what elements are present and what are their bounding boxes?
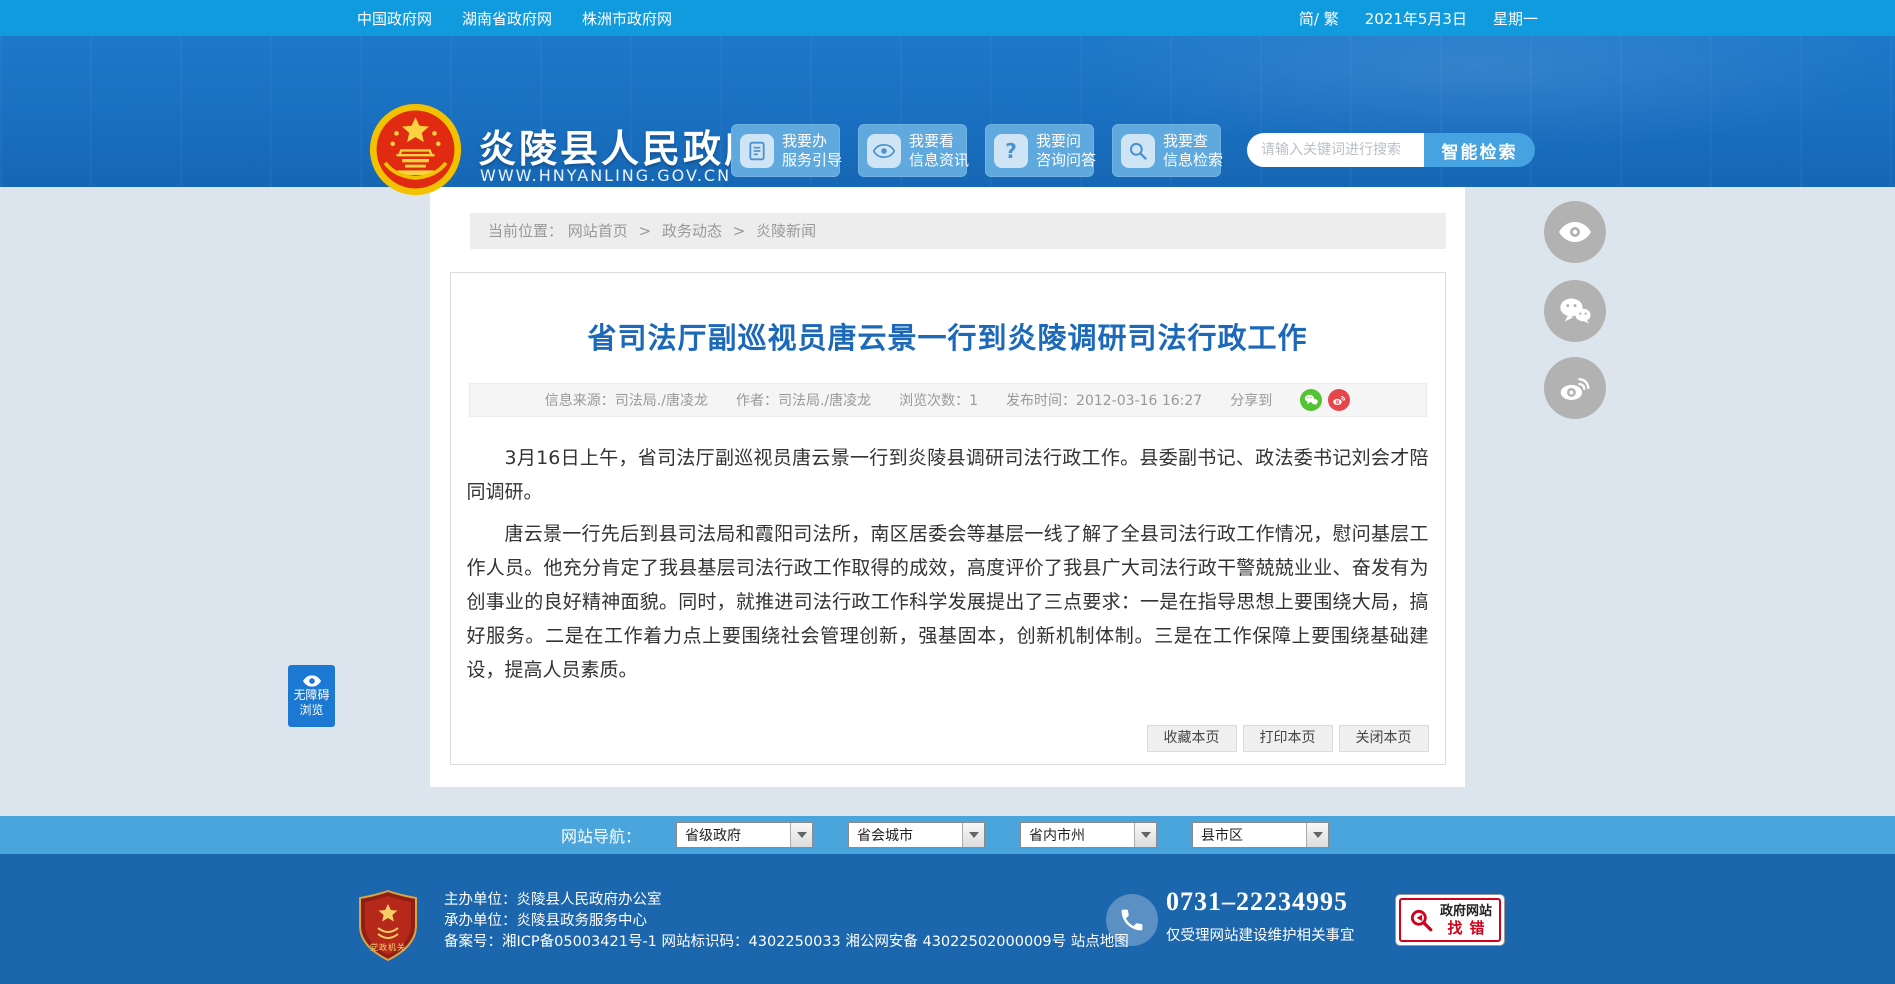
smart-search-button[interactable]: 智能检索: [1424, 133, 1535, 167]
site-url: WWW.HNYANLING.GOV.CN: [480, 166, 732, 185]
article-body: 3月16日上午，省司法厅副巡视员唐云景一行到炎陵县调研司法行政工作。县委副书记、…: [451, 417, 1445, 687]
article-paragraph: 3月16日上午，省司法厅副巡视员唐云景一行到炎陵县调研司法行政工作。县委副书记、…: [466, 447, 1429, 503]
site-title: 炎陵县人民政府: [478, 127, 766, 171]
site-footer: 党政机关 主办单位：炎陵县人民政府办公室 承办单位：炎陵县政务服务中心 备案号：…: [0, 854, 1895, 984]
search-input[interactable]: [1247, 133, 1424, 167]
current-date: 2021年5月3日: [1364, 9, 1467, 28]
eye-icon: [302, 675, 321, 687]
breadcrumb-section[interactable]: 政务动态: [662, 222, 722, 240]
article-title: 省司法厅副巡视员唐云景一行到炎陵调研司法行政工作: [587, 321, 1308, 355]
wechat-icon: [1560, 298, 1591, 324]
meta-author: 作者：司法局./唐凌龙: [735, 393, 872, 409]
chevron-down-icon: [962, 823, 985, 847]
current-weekday: 星期一: [1492, 9, 1538, 28]
breadcrumb-home[interactable]: 网站首页: [568, 222, 628, 240]
chevron-down-icon: [1306, 823, 1329, 847]
accessibility-label-line2: 浏览: [299, 703, 324, 717]
footer-phone-number: 0731–22234995: [1166, 887, 1348, 916]
meta-source: 信息来源：司法局./唐凌龙: [544, 393, 708, 409]
meta-views: 浏览次数：1: [899, 393, 979, 409]
share-label: 分享到: [1230, 393, 1273, 409]
favorite-page-button[interactable]: 收藏本页: [1146, 725, 1237, 752]
breadcrumb-current[interactable]: 炎陵新闻: [756, 222, 816, 240]
lang-toggle[interactable]: 简/ 繁: [1299, 8, 1339, 29]
weibo-share-icon[interactable]: [1328, 389, 1351, 411]
magnifier-icon: [1410, 909, 1433, 932]
site-nav-label: 网站导航：: [561, 827, 642, 846]
error-badge-line2: 找错: [1447, 919, 1492, 937]
guide-doc-icon: [740, 133, 774, 168]
eye-icon: [867, 133, 901, 168]
national-emblem-logo: [369, 103, 462, 196]
quick-button-label: 我要问 咨询问答: [1036, 131, 1097, 169]
breadcrumb-separator: >: [732, 222, 746, 240]
site-search: 智能检索: [1247, 133, 1535, 167]
quick-button-label: 我要看 信息资讯: [909, 131, 970, 169]
government-article-page: { "topbar": { "links": ["中国政府网", "湖南省政府网…: [0, 0, 1895, 984]
quick-button-apply[interactable]: 我要办 服务引导: [731, 124, 843, 177]
breadcrumb-label: 当前位置：: [488, 222, 564, 240]
footer-icp-line[interactable]: 备案号：湘ICP备05003421号-1 网站标识码：4302250033 湘公…: [444, 932, 1129, 953]
accessibility-browse-button[interactable]: 无障碍 浏览: [288, 665, 335, 727]
quick-button-ask[interactable]: ? 我要问 咨询问答: [985, 124, 1097, 177]
article-container: 省司法厅副巡视员唐云景一行到炎陵调研司法行政工作 信息来源：司法局./唐凌龙 作…: [449, 272, 1446, 765]
link-zhuzhou-gov[interactable]: 株洲市政府网: [582, 8, 672, 29]
chevron-down-icon: [790, 823, 813, 847]
nav-select-county-districts[interactable]: 县市区: [1192, 822, 1330, 848]
footer-info: 主办单位：炎陵县人民政府办公室 承办单位：炎陵县政务服务中心 备案号：湘ICP备…: [444, 890, 1129, 953]
meta-publish-time: 发布时间：2012-03-16 16:27: [1006, 393, 1203, 409]
error-badge-line1: 政府网站: [1439, 904, 1492, 919]
quick-service-buttons: 我要办 服务引导 我要看 信息资讯 ? 我要问 咨询问答 我要查 信息检索: [731, 124, 1224, 177]
article-actions: 收藏本页 打印本页 关闭本页: [1146, 725, 1429, 752]
nav-select-provincial-gov[interactable]: 省级政府: [676, 822, 814, 848]
topbar-right: 简/ 繁 2021年5月3日 星期一: [1299, 8, 1538, 29]
side-weibo-button[interactable]: [1544, 357, 1606, 419]
weibo-icon: [1560, 377, 1590, 400]
link-hunan-gov[interactable]: 湖南省政府网: [462, 8, 552, 29]
side-eye-button[interactable]: [1544, 201, 1606, 263]
quick-button-label: 我要办 服务引导: [782, 131, 843, 169]
magnifier-icon: [1121, 133, 1155, 168]
nav-select-value: 省会城市: [857, 828, 914, 844]
wechat-share-icon[interactable]: [1300, 389, 1323, 411]
chevron-down-icon: [1134, 823, 1157, 847]
gov-site-error-report-badge[interactable]: 政府网站 找错: [1395, 894, 1505, 946]
footer-organizer-line: 承办单位：炎陵县政务服务中心: [444, 913, 647, 929]
footer-phone-note: 仅受理网站建设维护相关事宜: [1166, 928, 1355, 944]
content-column: 当前位置： 网站首页 > 政务动态 > 炎陵新闻 省司法厅副巡视员唐云景一行到炎…: [430, 187, 1465, 787]
nav-select-value: 省内市州: [1029, 828, 1086, 844]
quick-button-search[interactable]: 我要查 信息检索: [1112, 124, 1224, 177]
party-shield-icon: 党政机关: [358, 889, 418, 962]
nav-select-capital-cities[interactable]: 省会城市: [848, 822, 986, 848]
breadcrumb: 当前位置： 网站首页 > 政务动态 > 炎陵新闻: [470, 213, 1446, 249]
accessibility-label-line1: 无障碍: [293, 688, 330, 702]
footer-host-line: 主办单位：炎陵县人民政府办公室: [444, 892, 662, 908]
breadcrumb-separator: >: [638, 222, 652, 240]
eye-icon: [1559, 222, 1591, 242]
phone-icon: [1106, 894, 1158, 946]
side-wechat-button[interactable]: [1544, 280, 1606, 342]
share-icons: [1300, 389, 1351, 411]
question-icon: ?: [994, 133, 1028, 168]
nav-select-province-cities[interactable]: 省内市州: [1020, 822, 1158, 848]
main-area: 当前位置： 网站首页 > 政务动态 > 炎陵新闻 省司法厅副巡视员唐云景一行到炎…: [0, 187, 1895, 816]
party-shield-label: 党政机关: [370, 943, 406, 952]
site-nav-strip: 网站导航： 省级政府 省会城市 省内市州 县市区: [0, 816, 1895, 854]
quick-button-label: 我要查 信息检索: [1163, 131, 1224, 169]
top-utility-bar: 中国政府网 湖南省政府网 株洲市政府网 简/ 繁 2021年5月3日 星期一: [0, 0, 1895, 36]
link-china-gov[interactable]: 中国政府网: [357, 8, 432, 29]
nav-select-value: 县市区: [1201, 828, 1244, 844]
article-meta-bar: 信息来源：司法局./唐凌龙 作者：司法局./唐凌龙 浏览次数：1 发布时间：20…: [468, 383, 1427, 417]
site-header: 炎陵县人民政府 WWW.HNYANLING.GOV.CN 我要办 服务引导 我要…: [0, 36, 1895, 196]
print-page-button[interactable]: 打印本页: [1242, 725, 1333, 752]
quick-button-view[interactable]: 我要看 信息资讯: [858, 124, 970, 177]
article-paragraph: 唐云景一行先后到县司法局和霞阳司法所，南区居委会等基层一线了解了全县司法行政工作…: [466, 523, 1429, 681]
gov-links: 中国政府网 湖南省政府网 株洲市政府网: [357, 8, 672, 29]
nav-select-value: 省级政府: [685, 828, 742, 844]
close-page-button[interactable]: 关闭本页: [1338, 725, 1429, 752]
